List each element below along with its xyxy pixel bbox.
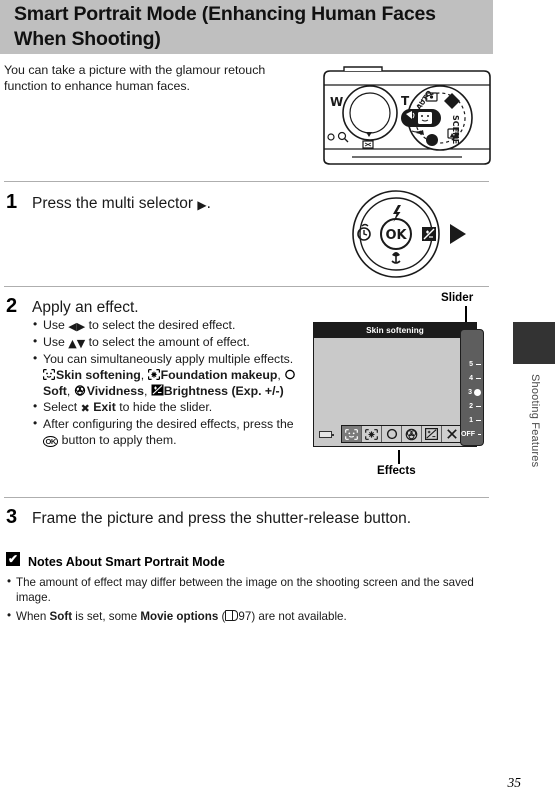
- page-title: Smart Portrait Mode (Enhancing Human Fac…: [14, 3, 436, 50]
- brightness-icon: [151, 384, 164, 396]
- right-arrow-icon: ▶: [197, 198, 207, 212]
- battery-icon: [319, 431, 334, 438]
- page-number: 35: [507, 775, 522, 790]
- step-2-number: 2: [6, 295, 18, 317]
- ok-button-icon: OK: [43, 435, 59, 447]
- camera-top-view-figure: W T SCENE AUTO: [322, 65, 492, 168]
- step-1-title: Press the multi selector ▶.: [32, 194, 302, 215]
- slider-knob-icon[interactable]: [474, 389, 481, 396]
- notes-heading: Notes About Smart Portrait Mode: [28, 555, 225, 569]
- effect-soft-button[interactable]: [382, 426, 402, 442]
- bullet-select-amount: Use ▲▼ to select the amount of effect.: [32, 334, 300, 352]
- effects-toolbar[interactable]: [341, 425, 462, 443]
- divider-step1: [4, 181, 489, 182]
- effect-vividness-button[interactable]: [402, 426, 422, 442]
- step-2-bullet-list: Use ◀▶ to select the desired effect. Use…: [32, 317, 300, 449]
- notes-list: The amount of effect may differ between …: [6, 574, 488, 628]
- lcd-frame: Skin softening 5 4 3 2 1 OFF: [313, 322, 484, 447]
- effects-callout-label: Effects: [377, 464, 416, 477]
- multi-selector-figure: OK: [334, 187, 489, 282]
- notes-check-icon: ✔: [6, 552, 20, 566]
- divider-step2: [4, 286, 489, 287]
- effect-amount-slider[interactable]: 5 4 3 2 1 OFF: [460, 329, 484, 446]
- note-item-movie-options: When Soft is set, some Movie options (97…: [6, 608, 488, 624]
- step-1-title-text: Press the multi selector: [32, 195, 198, 212]
- slider-value-3-selected[interactable]: 3: [461, 386, 483, 399]
- skin-softening-icon: [43, 369, 55, 381]
- soft-icon: [284, 369, 296, 380]
- svg-text:T: T: [401, 94, 410, 108]
- lcd-screen-figure: Skin softening 5 4 3 2 1 OFF: [313, 322, 484, 449]
- slider-tick-icon: [476, 419, 481, 422]
- step-1-title-suffix: .: [206, 195, 211, 212]
- bullet-select-effect: Use ◀▶ to select the desired effect.: [32, 317, 300, 335]
- bullet-multiple-effects: You can simultaneously apply multiple ef…: [32, 351, 300, 368]
- svg-text:OK: OK: [385, 228, 407, 243]
- slider-callout-label: Slider: [441, 291, 474, 304]
- slider-tick-icon: [478, 433, 481, 436]
- slider-value-4[interactable]: 4: [461, 372, 483, 385]
- bullet-exit: Select ✖ Exit to hide the slider.: [32, 399, 300, 417]
- note-item-effect-difference: The amount of effect may differ between …: [6, 574, 488, 605]
- lcd-title: Skin softening: [314, 323, 476, 338]
- effect-foundation-makeup-button[interactable]: [362, 426, 382, 442]
- bullet-effect-names: Skin softening, Foundation makeup, Soft,…: [32, 368, 300, 399]
- step-3-title: Frame the picture and press the shutter-…: [32, 510, 412, 527]
- intro-paragraph: You can take a picture with the glamour …: [4, 63, 266, 93]
- effect-brightness-button[interactable]: [422, 426, 442, 442]
- effect-exit-button[interactable]: [442, 426, 461, 442]
- exit-x-icon: ✖: [80, 401, 90, 415]
- step-1-number: 1: [6, 191, 18, 213]
- effect-skin-softening-button[interactable]: [342, 426, 362, 442]
- slider-value-1[interactable]: 1: [461, 414, 483, 427]
- up-down-arrows-icon: ▲▼: [68, 337, 86, 351]
- manual-reference-icon: [225, 610, 239, 621]
- slider-tick-icon: [476, 363, 481, 366]
- bullet-apply-ok: After configuring the desired effects, p…: [32, 416, 300, 448]
- slider-tick-icon: [476, 377, 481, 380]
- section-tab-label: Shooting Features: [529, 374, 541, 468]
- slider-tick-icon: [476, 405, 481, 408]
- svg-text:SCENE: SCENE: [451, 115, 460, 144]
- slider-value-off[interactable]: OFF: [461, 428, 483, 441]
- divider-step3: [4, 497, 489, 498]
- vividness-icon: [74, 385, 86, 396]
- step-3-number: 3: [6, 506, 18, 528]
- section-tab-marker: [513, 322, 555, 364]
- svg-text:W: W: [330, 95, 343, 109]
- foundation-makeup-icon: [147, 369, 160, 381]
- effects-leader-line: [398, 450, 400, 464]
- step-2-title: Apply an effect.: [32, 299, 139, 316]
- slider-value-2[interactable]: 2: [461, 400, 483, 413]
- left-right-arrows-icon: ◀▶: [68, 320, 86, 333]
- slider-value-5[interactable]: 5: [461, 358, 483, 371]
